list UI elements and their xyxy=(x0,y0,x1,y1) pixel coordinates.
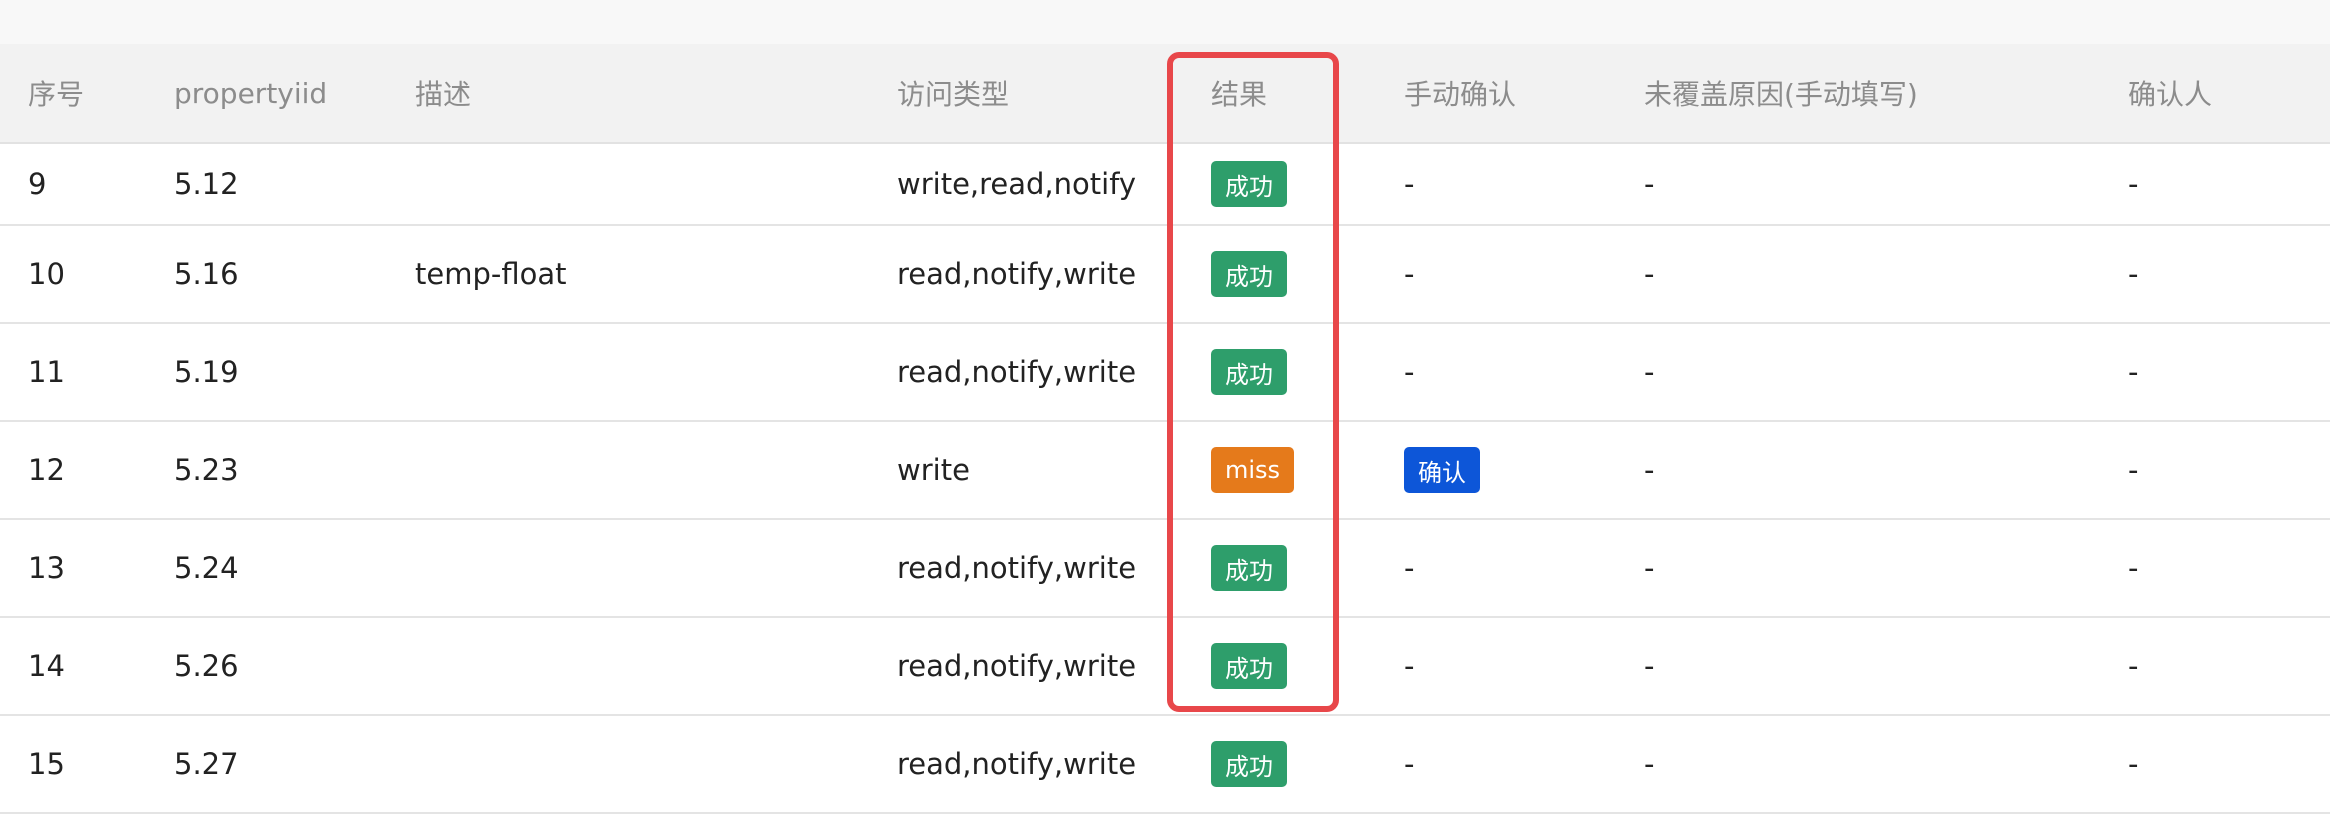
propertyiid-cell: 5.26 xyxy=(174,649,239,683)
index-cell: 14 xyxy=(28,649,65,683)
header-uncovered-reason: 未覆盖原因(手动填写) xyxy=(1644,78,1918,111)
access-type-cell: write,read,notify xyxy=(897,167,1137,201)
confirmer-cell: - xyxy=(2128,747,2139,781)
table-row: 15 5.27 read,notify,write 成功 - - - xyxy=(0,716,2330,814)
access-type-cell: write xyxy=(897,453,970,487)
header-description: 描述 xyxy=(415,78,472,111)
result-cell: 成功 xyxy=(1211,226,1287,322)
header-confirmer: 确认人 xyxy=(2128,78,2213,111)
uncovered-reason-cell: - xyxy=(1644,453,1655,487)
uncovered-reason-cell: - xyxy=(1644,649,1655,683)
result-cell: 成功 xyxy=(1211,324,1287,420)
confirmer-cell: - xyxy=(2128,167,2139,201)
table-row: 11 5.19 read,notify,write 成功 - - - xyxy=(0,324,2330,422)
result-cell: miss xyxy=(1211,422,1295,518)
header-result: 结果 xyxy=(1211,78,1268,111)
manual-confirm-cell: - xyxy=(1404,551,1415,585)
header-manual-confirm: 手动确认 xyxy=(1404,78,1517,111)
index-cell: 10 xyxy=(28,257,65,291)
result-cell: 成功 xyxy=(1211,618,1287,714)
confirmer-cell: - xyxy=(2128,551,2139,585)
index-cell: 11 xyxy=(28,355,65,389)
access-type-cell: read,notify,write xyxy=(897,257,1137,291)
table-row: 10 5.16 temp-float read,notify,write 成功 - - - xyxy=(0,226,2330,324)
access-type-cell: read,notify,write xyxy=(897,355,1137,389)
uncovered-reason-cell: - xyxy=(1644,747,1655,781)
header-propertyiid: propertyiid xyxy=(174,76,328,110)
propertyiid-cell: 5.24 xyxy=(174,551,239,585)
results-table: 序号 propertyiid 描述 访问类型 结果 手动确认 未覆盖原因(手动填… xyxy=(0,44,2330,814)
manual-confirm-cell: - xyxy=(1404,747,1415,781)
table-row: 13 5.24 read,notify,write 成功 - - - xyxy=(0,520,2330,618)
result-badge: miss xyxy=(1211,447,1295,493)
uncovered-reason-cell: - xyxy=(1644,355,1655,389)
description-cell: temp-float xyxy=(415,257,567,291)
propertyiid-cell: 5.19 xyxy=(174,355,239,389)
index-cell: 15 xyxy=(28,747,65,781)
confirmer-cell: - xyxy=(2128,453,2139,487)
uncovered-reason-cell: - xyxy=(1644,551,1655,585)
propertyiid-cell: 5.27 xyxy=(174,747,239,781)
uncovered-reason-cell: - xyxy=(1644,257,1655,291)
access-type-cell: read,notify,write xyxy=(897,747,1137,781)
result-cell: 成功 xyxy=(1211,144,1287,224)
result-badge: 成功 xyxy=(1211,643,1287,689)
table-body: 9 5.12 write,read,notify 成功 - - - 10 5.16 temp-fl… xyxy=(0,144,2330,814)
confirmer-cell: - xyxy=(2128,355,2139,389)
result-badge: 成功 xyxy=(1211,251,1287,297)
header-index: 序号 xyxy=(28,78,85,111)
top-bar xyxy=(0,0,2330,44)
propertyiid-cell: 5.16 xyxy=(174,257,239,291)
table-row: 14 5.26 read,notify,write 成功 - - - xyxy=(0,618,2330,716)
access-type-cell: read,notify,write xyxy=(897,551,1137,585)
manual-confirm-cell: 确认 xyxy=(1404,422,1480,518)
result-badge: 成功 xyxy=(1211,161,1287,207)
table-row: 9 5.12 write,read,notify 成功 - - - xyxy=(0,144,2330,226)
index-cell: 9 xyxy=(28,167,47,201)
propertyiid-cell: 5.12 xyxy=(174,167,239,201)
header-access-type: 访问类型 xyxy=(897,78,1010,111)
manual-confirm-cell: - xyxy=(1404,257,1415,291)
index-cell: 13 xyxy=(28,551,65,585)
manual-confirm-cell: - xyxy=(1404,355,1415,389)
result-cell: 成功 xyxy=(1211,520,1287,616)
table-row: 12 5.23 write miss 确认 - - xyxy=(0,422,2330,520)
result-badge: 成功 xyxy=(1211,741,1287,787)
propertyiid-cell: 5.23 xyxy=(174,453,239,487)
confirm-button[interactable]: 确认 xyxy=(1404,447,1480,493)
access-type-cell: read,notify,write xyxy=(897,649,1137,683)
result-cell: 成功 xyxy=(1211,716,1287,812)
table-header: 序号 propertyiid 描述 访问类型 结果 手动确认 未覆盖原因(手动填… xyxy=(0,44,2330,144)
result-badge: 成功 xyxy=(1211,545,1287,591)
confirmer-cell: - xyxy=(2128,649,2139,683)
manual-confirm-cell: - xyxy=(1404,167,1415,201)
result-badge: 成功 xyxy=(1211,349,1287,395)
confirmer-cell: - xyxy=(2128,257,2139,291)
manual-confirm-cell: - xyxy=(1404,649,1415,683)
uncovered-reason-cell: - xyxy=(1644,167,1655,201)
index-cell: 12 xyxy=(28,453,65,487)
